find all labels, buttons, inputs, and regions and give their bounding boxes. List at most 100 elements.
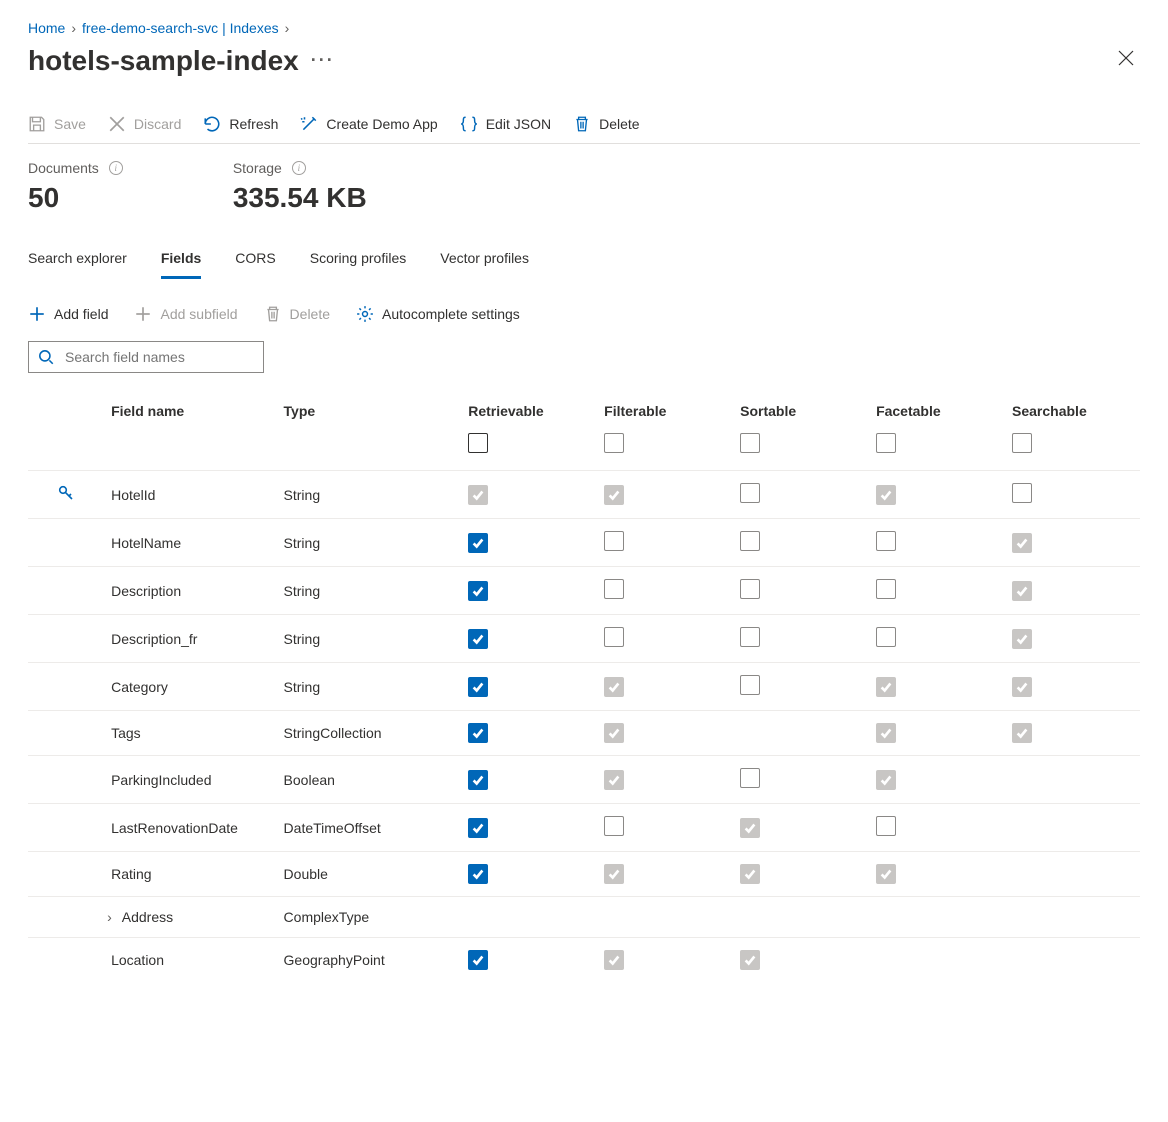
- search-field-wrap[interactable]: [28, 341, 264, 373]
- command-bar: Save Discard Refresh Create Demo App Edi…: [28, 107, 1140, 144]
- retrievable-checkbox[interactable]: [468, 677, 488, 697]
- table-row[interactable]: LocationGeographyPoint: [28, 938, 1140, 983]
- filterable-checkbox[interactable]: [604, 627, 624, 647]
- search-input[interactable]: [63, 348, 255, 366]
- tabs: Search explorer Fields CORS Scoring prof…: [28, 242, 1140, 279]
- create-demo-button[interactable]: Create Demo App: [300, 115, 437, 133]
- retrievable-checkbox[interactable]: [468, 950, 488, 970]
- sortable-checkbox[interactable]: [740, 483, 760, 503]
- sortable-checkbox[interactable]: [740, 675, 760, 695]
- table-row[interactable]: HotelNameString: [28, 519, 1140, 567]
- tab-vectors[interactable]: Vector profiles: [440, 242, 529, 279]
- master-filterable-checkbox[interactable]: [604, 433, 624, 453]
- filterable-checkbox[interactable]: [604, 864, 624, 884]
- facetable-checkbox[interactable]: [876, 677, 896, 697]
- table-row[interactable]: LastRenovationDateDateTimeOffset: [28, 804, 1140, 852]
- master-sortable-checkbox[interactable]: [740, 433, 760, 453]
- sortable-checkbox[interactable]: [740, 950, 760, 970]
- table-row[interactable]: Description_frString: [28, 615, 1140, 663]
- tab-search-explorer[interactable]: Search explorer: [28, 242, 127, 279]
- facetable-checkbox[interactable]: [876, 723, 896, 743]
- create-demo-label: Create Demo App: [326, 116, 437, 132]
- field-toolbar: Add field Add subfield Delete Autocomple…: [28, 305, 1140, 323]
- sortable-checkbox[interactable]: [740, 627, 760, 647]
- filterable-checkbox[interactable]: [604, 531, 624, 551]
- facetable-checkbox[interactable]: [876, 531, 896, 551]
- add-field-button[interactable]: Add field: [28, 305, 108, 323]
- add-subfield-button[interactable]: Add subfield: [134, 305, 237, 323]
- breadcrumb-home[interactable]: Home: [28, 20, 65, 36]
- table-row[interactable]: CategoryString: [28, 663, 1140, 711]
- col-retrievable: Retrievable: [460, 393, 596, 427]
- filterable-checkbox[interactable]: [604, 950, 624, 970]
- table-row[interactable]: TagsStringCollection: [28, 711, 1140, 756]
- facetable-checkbox[interactable]: [876, 770, 896, 790]
- searchable-checkbox[interactable]: [1012, 677, 1032, 697]
- filterable-checkbox[interactable]: [604, 677, 624, 697]
- add-field-label: Add field: [54, 306, 108, 322]
- table-row[interactable]: ParkingIncludedBoolean: [28, 756, 1140, 804]
- discard-button[interactable]: Discard: [108, 115, 181, 133]
- breadcrumb: Home › free-demo-search-svc | Indexes ›: [28, 20, 1140, 36]
- field-name: HotelId: [111, 487, 155, 503]
- filterable-checkbox[interactable]: [604, 723, 624, 743]
- sortable-checkbox[interactable]: [740, 818, 760, 838]
- info-icon[interactable]: i: [292, 161, 306, 175]
- searchable-checkbox[interactable]: [1012, 581, 1032, 601]
- searchable-checkbox[interactable]: [1012, 723, 1032, 743]
- master-facetable-checkbox[interactable]: [876, 433, 896, 453]
- master-searchable-checkbox[interactable]: [1012, 433, 1032, 453]
- add-subfield-label: Add subfield: [160, 306, 237, 322]
- info-icon[interactable]: i: [109, 161, 123, 175]
- retrievable-checkbox[interactable]: [468, 485, 488, 505]
- delete-button[interactable]: Delete: [573, 115, 639, 133]
- tab-scoring[interactable]: Scoring profiles: [310, 242, 407, 279]
- delete-field-button[interactable]: Delete: [264, 305, 330, 323]
- field-type: String: [276, 663, 461, 711]
- table-row[interactable]: RatingDouble: [28, 852, 1140, 897]
- searchable-checkbox[interactable]: [1012, 483, 1032, 503]
- table-row[interactable]: DescriptionString: [28, 567, 1140, 615]
- chevron-right-icon[interactable]: ›: [107, 909, 112, 925]
- sortable-checkbox[interactable]: [740, 579, 760, 599]
- retrievable-checkbox[interactable]: [468, 770, 488, 790]
- sortable-checkbox[interactable]: [740, 768, 760, 788]
- facetable-checkbox[interactable]: [876, 485, 896, 505]
- master-retrievable-checkbox[interactable]: [468, 433, 488, 453]
- autocomplete-button[interactable]: Autocomplete settings: [356, 305, 520, 323]
- retrievable-checkbox[interactable]: [468, 581, 488, 601]
- facetable-checkbox[interactable]: [876, 864, 896, 884]
- facetable-checkbox[interactable]: [876, 579, 896, 599]
- close-button[interactable]: [1112, 44, 1140, 77]
- table-row[interactable]: ›AddressComplexType: [28, 897, 1140, 938]
- retrievable-checkbox[interactable]: [468, 533, 488, 553]
- table-row[interactable]: HotelIdString: [28, 471, 1140, 519]
- sortable-checkbox[interactable]: [740, 531, 760, 551]
- save-button[interactable]: Save: [28, 115, 86, 133]
- edit-json-button[interactable]: Edit JSON: [460, 115, 551, 133]
- filterable-checkbox[interactable]: [604, 579, 624, 599]
- more-menu[interactable]: ···: [311, 50, 335, 71]
- breadcrumb-path[interactable]: free-demo-search-svc | Indexes: [82, 20, 279, 36]
- tab-cors[interactable]: CORS: [235, 242, 275, 279]
- documents-label: Documents: [28, 160, 99, 176]
- retrievable-checkbox[interactable]: [468, 723, 488, 743]
- filterable-checkbox[interactable]: [604, 816, 624, 836]
- facetable-checkbox[interactable]: [876, 816, 896, 836]
- facetable-checkbox[interactable]: [876, 627, 896, 647]
- retrievable-checkbox[interactable]: [468, 864, 488, 884]
- filterable-checkbox[interactable]: [604, 770, 624, 790]
- chevron-right-icon: ›: [71, 20, 76, 36]
- wand-icon: [300, 115, 318, 133]
- refresh-button[interactable]: Refresh: [203, 115, 278, 133]
- searchable-checkbox[interactable]: [1012, 533, 1032, 553]
- filterable-checkbox[interactable]: [604, 485, 624, 505]
- field-name: Location: [111, 952, 164, 968]
- search-icon: [37, 348, 55, 366]
- sortable-checkbox[interactable]: [740, 864, 760, 884]
- storage-value: 335.54 KB: [233, 182, 367, 214]
- retrievable-checkbox[interactable]: [468, 629, 488, 649]
- tab-fields[interactable]: Fields: [161, 242, 201, 279]
- searchable-checkbox[interactable]: [1012, 629, 1032, 649]
- retrievable-checkbox[interactable]: [468, 818, 488, 838]
